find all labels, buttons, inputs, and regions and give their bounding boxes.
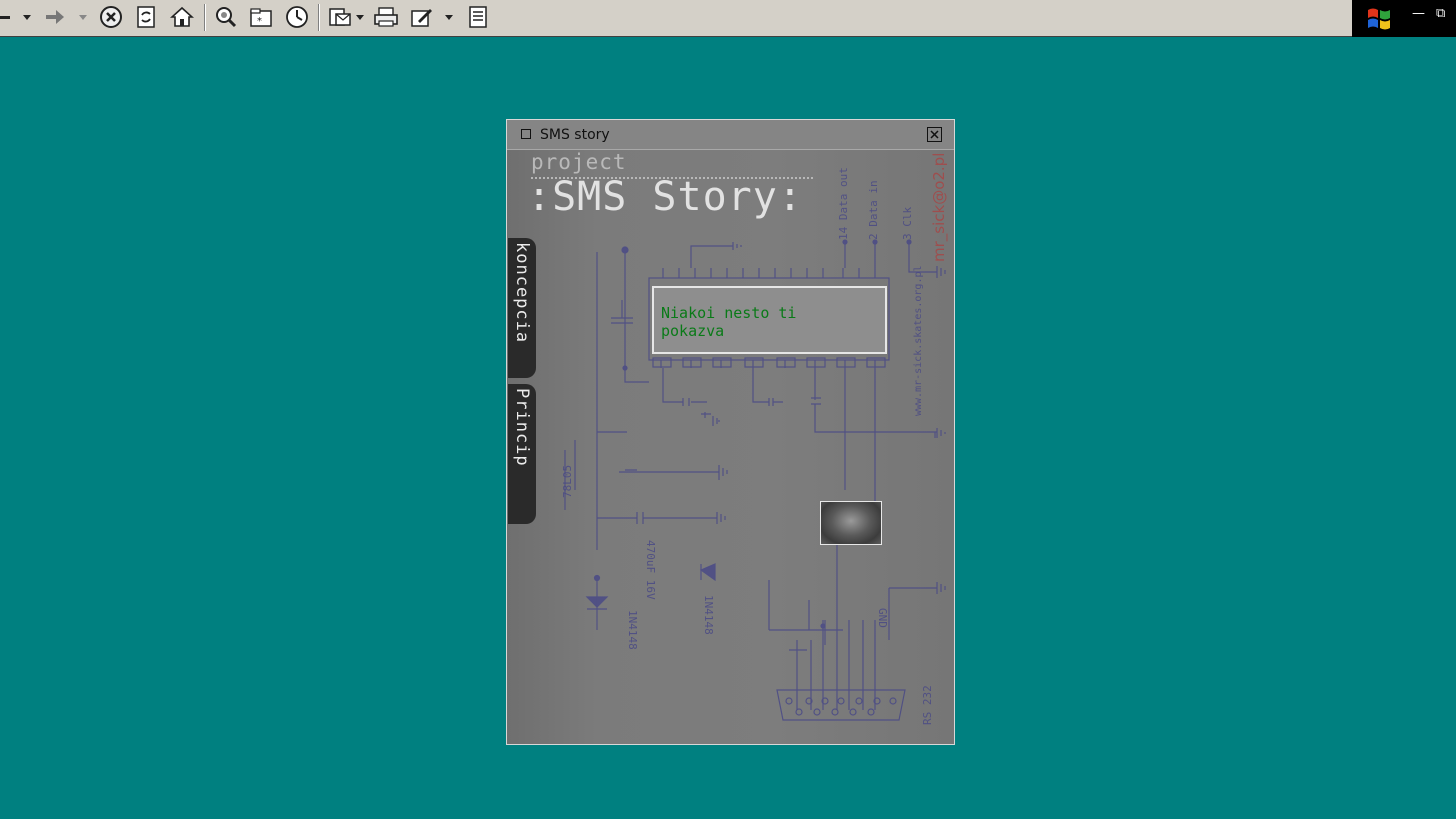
port-label: RS 232 [921, 685, 934, 725]
window-titlebar[interactable]: SMS story [507, 120, 954, 150]
lcd-display: Niakoi nesto ti pokazva [652, 286, 887, 354]
window-icon [521, 129, 531, 139]
gnd-label: GND [876, 608, 889, 628]
back-dropdown-icon[interactable] [20, 3, 34, 31]
pin2-label: 2 Data in [867, 180, 880, 240]
stop-icon[interactable] [98, 3, 124, 31]
window-content: 14 Data out 2 Data in 3 Clk 78L05 1N4148… [507, 150, 954, 744]
lcd-line-2: pokazva [661, 322, 725, 340]
forward-dropdown-icon[interactable] [76, 3, 90, 31]
discuss-icon[interactable] [464, 3, 492, 31]
website-label: www.mr-sick.skates.org.pl [913, 265, 924, 416]
mail-icon[interactable] [327, 3, 353, 31]
windows-logo-icon [1368, 8, 1390, 30]
diode2-label: 1N4148 [702, 595, 715, 635]
credit-label: mr_sick@o2.pl [930, 153, 949, 262]
close-button[interactable] [927, 127, 942, 142]
project-label: project [531, 150, 627, 174]
main-title: :SMS Story: [527, 174, 803, 220]
tab-koncepcia[interactable]: koncepcia [508, 238, 536, 378]
window-title: SMS story [540, 127, 610, 143]
tab-princip-label: Princip [512, 388, 532, 467]
windows-logo-area: — ⧉ [1352, 0, 1456, 37]
regulator-label: 78L05 [561, 465, 574, 498]
sms-story-window: SMS story 14 Data out 2 Data in 3 Clk 78… [506, 119, 955, 745]
restore-icon[interactable]: ⧉ [1436, 6, 1445, 21]
diode1-label: 1N4148 [626, 610, 639, 650]
close-icon [930, 130, 939, 139]
minimize-icon[interactable]: — [1412, 6, 1425, 21]
back-arrow-icon[interactable] [0, 3, 14, 31]
pin14-label: 14 Data out [837, 167, 850, 240]
search-icon[interactable] [212, 3, 240, 31]
refresh-icon[interactable] [133, 3, 159, 31]
edit-dropdown-icon[interactable] [444, 3, 454, 31]
cap-label: 470uF 16V [644, 540, 657, 600]
browser-toolbar: * — ⧉ [0, 0, 1456, 37]
photo-thumbnail[interactable] [820, 501, 882, 545]
favorites-icon[interactable]: * [248, 3, 274, 31]
tab-princip[interactable]: Princip [508, 384, 536, 524]
pin3-label: 3 Clk [901, 207, 914, 240]
mail-dropdown-icon[interactable] [355, 3, 365, 31]
svg-text:*: * [257, 16, 262, 27]
edit-icon[interactable] [408, 3, 436, 31]
forward-arrow-icon[interactable] [42, 3, 68, 31]
home-icon[interactable] [168, 3, 196, 31]
circuit-schematic: 14 Data out 2 Data in 3 Clk 78L05 1N4148… [561, 153, 949, 725]
tab-koncepcia-label: koncepcia [512, 242, 532, 344]
history-icon[interactable] [283, 3, 311, 31]
print-icon[interactable] [372, 3, 400, 31]
lcd-display-text: Niakoi nesto ti pokazva [661, 304, 796, 340]
lcd-line-1: Niakoi nesto ti [661, 304, 797, 322]
